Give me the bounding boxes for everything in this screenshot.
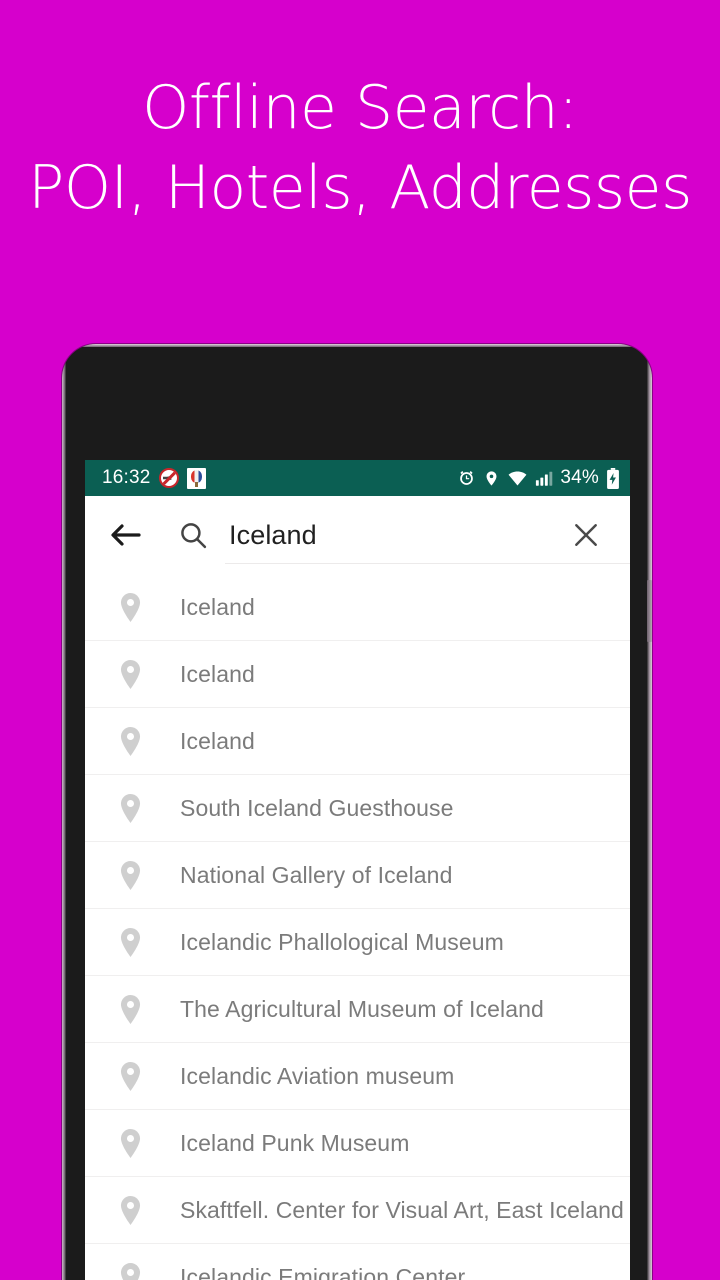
map-pin-icon (107, 927, 153, 957)
status-bar-clock: 16:32 (102, 467, 151, 488)
list-item-label: Iceland (180, 727, 255, 754)
map-pin-icon (107, 1195, 153, 1225)
list-item[interactable]: National Gallery of Iceland (85, 842, 630, 909)
status-bar-right: 34% (457, 467, 620, 489)
status-bar-left: 16:32 (102, 467, 206, 489)
list-item-label: Icelandic Emigration Center (180, 1263, 466, 1280)
clear-search-button[interactable] (566, 512, 606, 558)
map-pin-icon (107, 793, 153, 823)
battery-charging-icon (606, 467, 620, 489)
list-item-label: Icelandic Phallological Museum (180, 928, 504, 955)
map-pin-icon (107, 1128, 153, 1158)
list-item[interactable]: Iceland (85, 641, 630, 708)
list-item[interactable]: Iceland (85, 708, 630, 775)
phone-screen: 16:32 34% Iceland Iceland Iceland Icelan… (85, 460, 630, 1280)
wifi-icon (507, 470, 528, 487)
list-item-label: Iceland (180, 593, 255, 620)
map-pin-icon (107, 994, 153, 1024)
list-item-label: Icelandic Aviation museum (180, 1062, 455, 1089)
list-item[interactable]: Skaftfell. Center for Visual Art, East I… (85, 1177, 630, 1244)
list-item-label: Skaftfell. Center for Visual Art, East I… (180, 1196, 624, 1223)
back-button[interactable] (103, 512, 149, 558)
list-item-label: National Gallery of Iceland (180, 861, 453, 888)
phone-bezel-top (62, 344, 652, 347)
signal-icon (535, 470, 553, 487)
balloon-app-icon (186, 467, 206, 489)
list-item[interactable]: The Agricultural Museum of Iceland (85, 976, 630, 1043)
promo-headline-line-1: Offline Search: (142, 73, 578, 143)
phone-mockup: 16:32 34% Iceland Iceland Iceland Icelan… (62, 344, 652, 1280)
map-pin-icon (107, 1061, 153, 1091)
back-arrow-icon (109, 520, 143, 550)
list-item[interactable]: South Iceland Guesthouse (85, 775, 630, 842)
search-input[interactable]: Iceland (213, 520, 566, 551)
list-item-label: The Agricultural Museum of Iceland (180, 995, 544, 1022)
map-pin-icon (107, 592, 153, 622)
phone-bezel-left (62, 344, 66, 1280)
mute-icon (158, 468, 179, 488)
search-icon (179, 521, 208, 550)
search-input-underline (225, 563, 630, 564)
search-icon-container (173, 512, 213, 558)
list-item-label: Iceland Punk Museum (180, 1129, 410, 1156)
map-pin-icon (107, 860, 153, 890)
list-item-label: South Iceland Guesthouse (180, 794, 454, 821)
phone-power-button[interactable] (647, 580, 652, 642)
list-item[interactable]: Iceland Punk Museum (85, 1110, 630, 1177)
status-bar: 16:32 34% (85, 460, 630, 496)
location-icon (483, 469, 500, 488)
map-pin-icon (107, 726, 153, 756)
promo-headline: Offline Search: POI, Hotels, Addresses (0, 78, 720, 218)
search-results-list[interactable]: Iceland Iceland Iceland South Iceland Gu… (85, 574, 630, 1280)
list-item[interactable]: Iceland (85, 574, 630, 641)
alarm-icon (457, 469, 476, 488)
promo-headline-line-2: POI, Hotels, Addresses (28, 153, 692, 223)
phone-bezel-right (647, 344, 652, 1280)
search-bar: Iceland (85, 496, 630, 574)
map-pin-icon (107, 1262, 153, 1280)
close-icon (572, 521, 600, 549)
battery-percent-label: 34% (560, 467, 599, 488)
list-item-label: Iceland (180, 660, 255, 687)
list-item[interactable]: Icelandic Phallological Museum (85, 909, 630, 976)
list-item[interactable]: Icelandic Aviation museum (85, 1043, 630, 1110)
list-item[interactable]: Icelandic Emigration Center (85, 1244, 630, 1280)
map-pin-icon (107, 659, 153, 689)
